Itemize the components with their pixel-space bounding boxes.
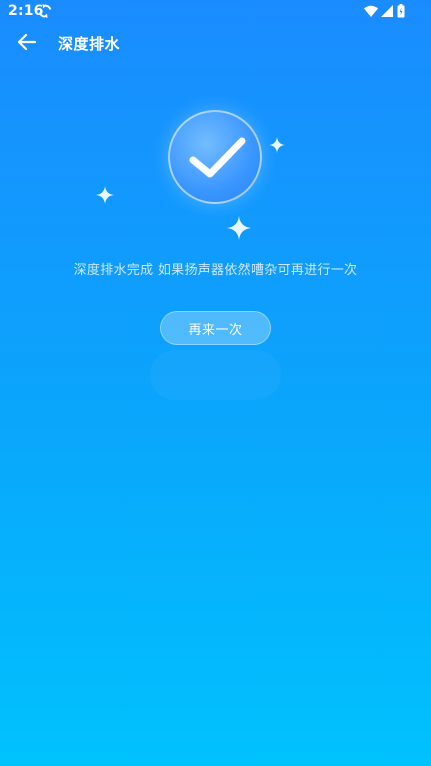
arrow-left-icon bbox=[17, 33, 37, 51]
retry-button[interactable]: 再来一次 bbox=[160, 311, 271, 345]
sparkle-icon bbox=[227, 216, 251, 240]
app-bar: 深度排水 bbox=[0, 24, 431, 60]
page-title: 深度排水 bbox=[58, 35, 121, 53]
back-button[interactable] bbox=[14, 30, 40, 54]
check-mark-icon bbox=[189, 137, 246, 178]
battery-icon bbox=[397, 4, 405, 18]
sync-icon bbox=[38, 4, 52, 18]
sparkle-icon bbox=[96, 186, 114, 204]
success-badge bbox=[168, 110, 262, 204]
button-reflection bbox=[150, 350, 281, 400]
status-bar: 2:16 bbox=[0, 0, 431, 24]
sparkle-icon bbox=[269, 137, 285, 153]
signal-icon bbox=[381, 5, 393, 17]
wifi-icon bbox=[364, 5, 378, 17]
result-message: 深度排水完成 如果扬声器依然嘈杂可再进行一次 bbox=[73, 263, 358, 278]
